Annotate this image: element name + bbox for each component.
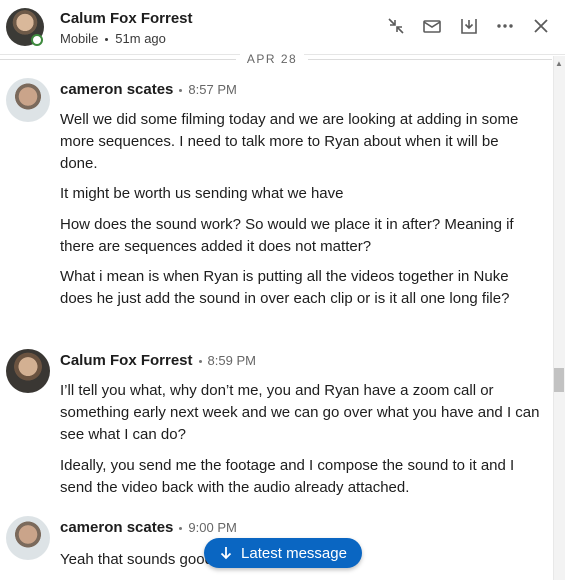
sender-name[interactable]: Calum Fox Forrest bbox=[60, 352, 193, 369]
date-separator-label: APR 28 bbox=[240, 52, 304, 66]
message-text: How does the sound work? So would we pla… bbox=[60, 216, 514, 255]
message-text: Ideally, you send me the footage and I c… bbox=[60, 457, 515, 496]
message-group: Calum Fox Forrest 8:59 PM I’ll tell you w… bbox=[0, 349, 552, 509]
arrow-down-icon bbox=[220, 547, 232, 560]
sender-line: cameron scates 9:00 PM bbox=[60, 519, 237, 536]
message-time: 8:59 PM bbox=[207, 353, 256, 368]
sender-name[interactable]: cameron scates bbox=[60, 81, 173, 98]
scrollbar-thumb[interactable] bbox=[554, 368, 564, 392]
latest-message-label: Latest message bbox=[241, 544, 347, 562]
sender-line: cameron scates 8:57 PM bbox=[60, 81, 237, 98]
message-time: 9:00 PM bbox=[188, 520, 237, 535]
message-time: 8:57 PM bbox=[188, 82, 237, 97]
sender-name[interactable]: cameron scates bbox=[60, 519, 173, 536]
avatar[interactable] bbox=[6, 349, 50, 393]
download-icon[interactable] bbox=[458, 15, 480, 37]
close-icon[interactable] bbox=[530, 15, 552, 37]
contact-status: Mobile 51m ago bbox=[60, 31, 166, 46]
date-separator: APR 28 bbox=[0, 50, 552, 66]
message-text: Well we did some filming today and we ar… bbox=[60, 111, 519, 172]
more-icon[interactable] bbox=[494, 15, 516, 37]
device-label: Mobile bbox=[60, 31, 99, 46]
conversation-header: Calum Fox Forrest Mobile 51m ago bbox=[0, 0, 565, 55]
collapse-icon[interactable] bbox=[385, 15, 407, 37]
message-icon[interactable] bbox=[421, 15, 443, 37]
presence-indicator bbox=[31, 34, 43, 46]
latest-message-button[interactable]: Latest message bbox=[204, 538, 362, 568]
last-seen-label: 51m ago bbox=[115, 31, 166, 46]
sender-line: Calum Fox Forrest 8:59 PM bbox=[60, 352, 256, 369]
avatar[interactable] bbox=[6, 516, 50, 560]
message-text: It might be worth us sending what we hav… bbox=[60, 185, 344, 202]
message-text: What i mean is when Ryan is putting all … bbox=[60, 268, 510, 307]
contact-name[interactable]: Calum Fox Forrest bbox=[60, 10, 193, 27]
message-group: cameron scates 8:57 PM Well we did some f… bbox=[0, 78, 552, 338]
scroll-up-icon[interactable]: ▲ bbox=[555, 60, 563, 68]
avatar[interactable] bbox=[6, 78, 50, 122]
message-text: I’ll tell you what, why don’t me, you an… bbox=[60, 382, 540, 443]
scrollbar[interactable] bbox=[553, 56, 565, 580]
